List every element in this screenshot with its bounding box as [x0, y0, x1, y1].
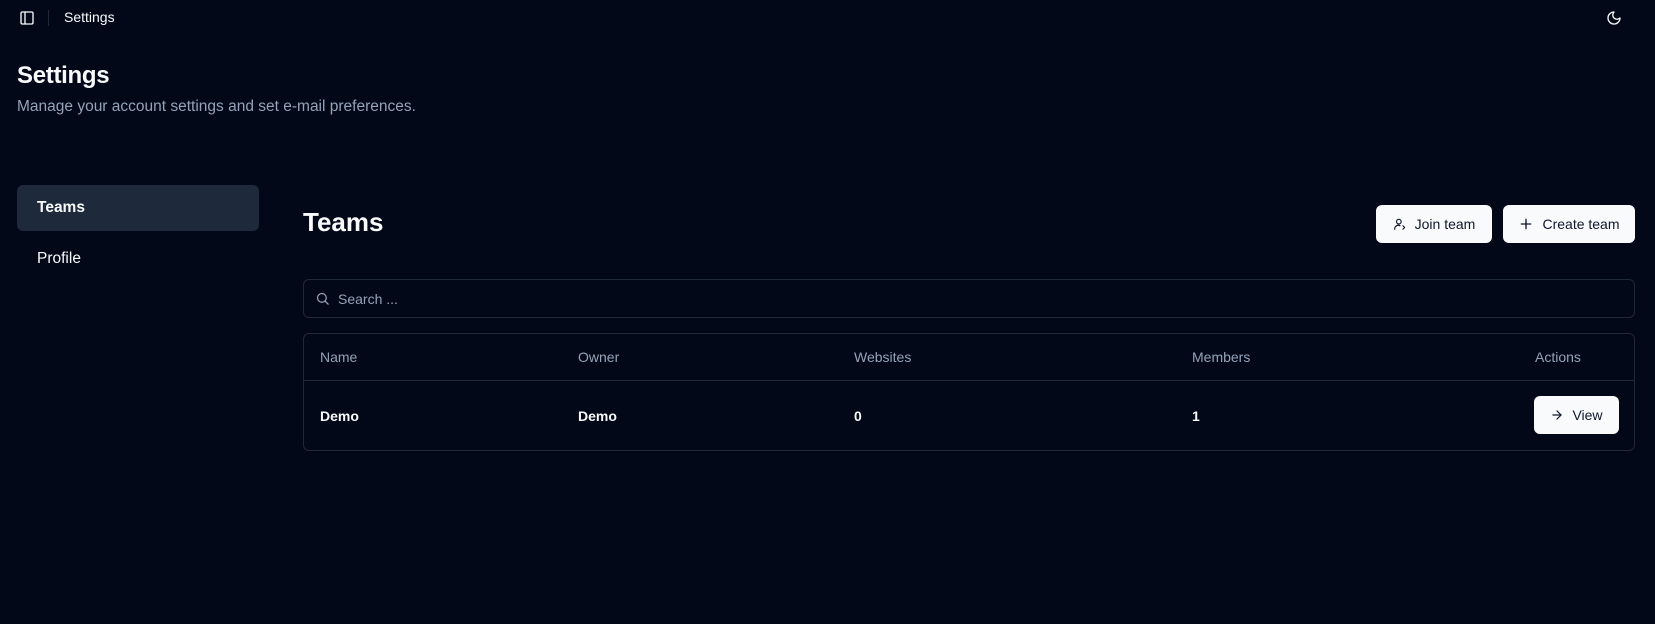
teams-table: Name Owner Websites Members Actions Demo…	[303, 333, 1635, 451]
column-header-websites: Websites	[854, 349, 912, 365]
sidebar-toggle-button[interactable]	[17, 8, 37, 28]
join-team-label: Join team	[1414, 216, 1476, 232]
settings-nav: Teams Profile	[17, 185, 259, 282]
view-team-label: View	[1572, 407, 1603, 423]
team-websites-cell: 0	[854, 407, 862, 424]
view-team-button[interactable]: View	[1534, 396, 1619, 434]
column-header-name: Name	[320, 349, 358, 365]
column-header-owner: Owner	[578, 349, 620, 365]
table-row: Demo Demo 0 1	[304, 381, 1634, 450]
top-bar: Settings	[0, 0, 1655, 36]
create-team-label: Create team	[1542, 216, 1620, 232]
theme-toggle-button[interactable]	[1604, 8, 1624, 28]
search-icon-wrap	[306, 291, 338, 306]
page-subtitle: Manage your account settings and set e-m…	[17, 98, 416, 115]
nav-item-profile[interactable]: Profile	[17, 236, 259, 282]
moon-icon	[1607, 11, 1621, 25]
arrow-right-icon	[1552, 410, 1563, 420]
search-input[interactable]	[338, 290, 1618, 307]
column-header-actions: Actions	[1535, 349, 1581, 365]
team-owner-cell: Demo	[578, 407, 617, 424]
top-divider	[48, 10, 49, 26]
table-header-row: Name Owner Websites Members Actions	[304, 334, 1634, 381]
breadcrumb: Settings	[64, 9, 115, 25]
create-team-button[interactable]: Create team	[1503, 205, 1635, 243]
teams-title: Teams	[303, 207, 384, 237]
nav-item-teams[interactable]: Teams	[17, 185, 259, 231]
user-plus-icon	[1393, 218, 1405, 230]
search-icon	[316, 292, 329, 305]
column-header-members: Members	[1192, 349, 1251, 365]
panel-left-icon	[20, 11, 34, 25]
team-name-cell: Demo	[320, 407, 359, 424]
join-team-button[interactable]: Join team	[1376, 205, 1492, 243]
plus-icon	[1521, 218, 1532, 230]
team-members-cell: 1	[1192, 407, 1200, 424]
search-box	[303, 279, 1635, 318]
page-title: Settings	[17, 62, 110, 89]
page-header: Settings Manage your account settings an…	[17, 62, 416, 116]
